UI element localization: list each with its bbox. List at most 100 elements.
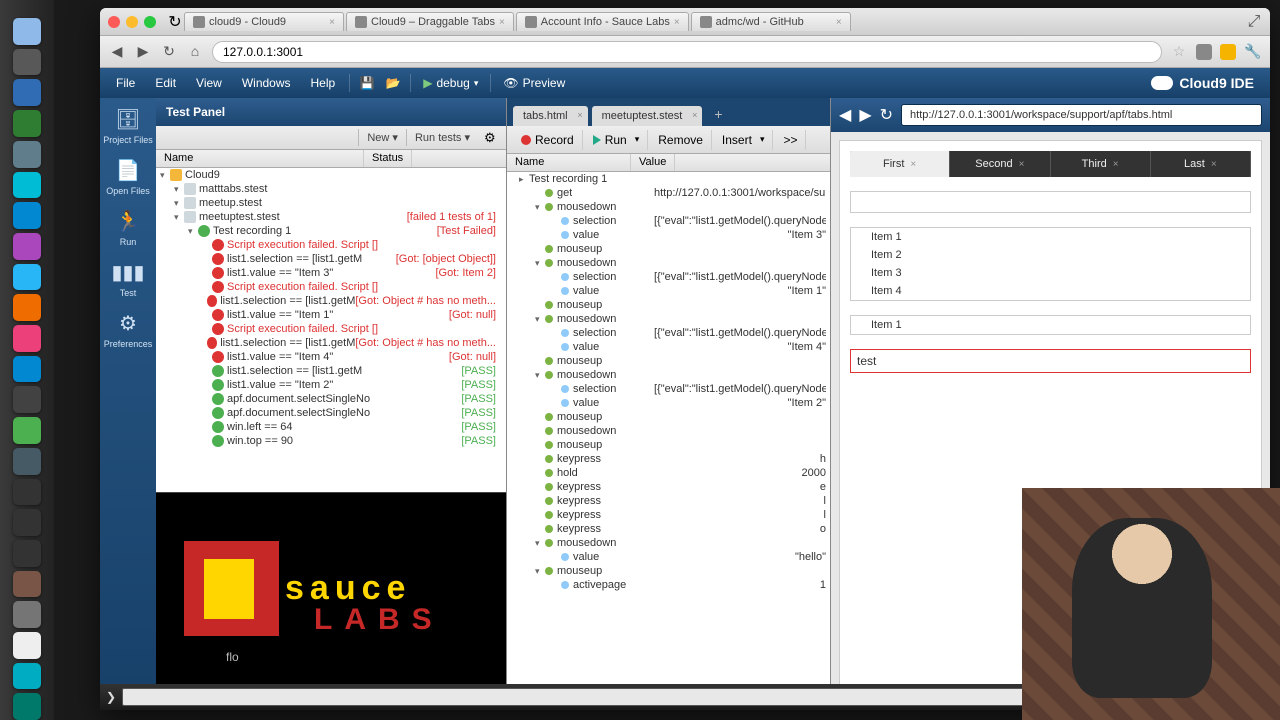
back-icon[interactable]: ◀ [108, 43, 126, 61]
test-row[interactable]: ▾Test recording 1[Test Failed] [156, 224, 506, 238]
recording-row[interactable]: mouseup [507, 438, 830, 452]
browser-tab[interactable]: cloud9 - Cloud9× [184, 12, 344, 31]
sidebar-item[interactable]: 📄Open Files [106, 157, 150, 196]
test-row[interactable]: list1.selection == [list1.getM[Got: Obje… [156, 294, 506, 308]
forward-icon[interactable]: ▶ [859, 105, 871, 125]
recording-row[interactable]: gethttp://127.0.0.1:3001/workspace/supp.… [507, 186, 830, 200]
recording-row[interactable]: ▾mousedown [507, 536, 830, 550]
dock-app[interactable] [13, 386, 41, 413]
test-row[interactable]: ▾Cloud9 [156, 168, 506, 182]
col-name[interactable]: Name [507, 154, 631, 171]
minimize-icon[interactable] [126, 16, 138, 28]
recording-row[interactable]: value"Item 3" [507, 228, 830, 242]
col-value[interactable]: Value [631, 154, 675, 171]
recording-row[interactable]: ▾mousedown [507, 368, 830, 382]
recording-row[interactable]: value"Item 2" [507, 396, 830, 410]
dock-app[interactable] [13, 693, 41, 720]
preview-tab[interactable]: Last× [1151, 151, 1251, 177]
menu-windows[interactable]: Windows [232, 76, 301, 90]
recording-row[interactable]: selection[{"eval":"list1.getModel().quer… [507, 326, 830, 340]
test-row[interactable]: Script execution failed. Script [] [156, 238, 506, 252]
test-row[interactable]: ▾meetuptest.stest[failed 1 tests of 1] [156, 210, 506, 224]
home-icon[interactable]: ⌂ [186, 43, 204, 61]
recording-row[interactable]: mouseup [507, 298, 830, 312]
close-icon[interactable]: × [499, 17, 505, 28]
test-row[interactable]: list1.selection == [list1.getM[Got: [obj… [156, 252, 506, 266]
back-icon[interactable]: ◀ [839, 105, 851, 125]
close-icon[interactable]: × [1019, 159, 1025, 170]
recording-row[interactable]: ▾mousedown [507, 256, 830, 270]
list-item[interactable]: Item 4 [851, 282, 1250, 300]
recording-row[interactable]: ▾mousedown [507, 312, 830, 326]
dock-app[interactable] [13, 264, 41, 291]
extension-icon[interactable] [1220, 44, 1236, 60]
sidebar-item[interactable]: 🗄Project Files [103, 106, 153, 145]
browser-tab[interactable]: Account Info - Sauce Labs× [516, 12, 689, 31]
chevron-right-icon[interactable]: ❯ [106, 690, 116, 704]
dock-app[interactable] [13, 233, 41, 260]
dock-app[interactable] [13, 172, 41, 199]
recording-row[interactable]: ▾mousedown [507, 200, 830, 214]
recording-row[interactable]: value"Item 1" [507, 284, 830, 298]
recording-row[interactable]: value"hello" [507, 550, 830, 564]
new-button[interactable]: New ▾ [358, 129, 406, 146]
preview-url-input[interactable] [901, 104, 1262, 126]
test-row[interactable]: Script execution failed. Script [] [156, 322, 506, 336]
close-icon[interactable]: × [692, 110, 697, 120]
wrench-icon[interactable]: 🔧 [1244, 43, 1262, 61]
dock-app[interactable] [13, 663, 41, 690]
add-tab-icon[interactable]: + [706, 102, 730, 126]
dock-app[interactable] [13, 601, 41, 628]
text-input[interactable] [850, 349, 1251, 373]
recording-row[interactable]: activepage1 [507, 578, 830, 592]
recording-row[interactable]: mousedown [507, 424, 830, 438]
selected-item[interactable]: Item 1 [850, 315, 1251, 335]
test-row[interactable]: list1.value == "Item 4"[Got: null] [156, 350, 506, 364]
dock-app[interactable] [13, 141, 41, 168]
recording-row[interactable]: mouseup [507, 242, 830, 256]
dock-app[interactable] [13, 356, 41, 383]
recording-row[interactable]: mouseup [507, 354, 830, 368]
dock-app[interactable] [13, 202, 41, 229]
col-name[interactable]: Name [156, 150, 364, 167]
test-row[interactable]: apf.document.selectSingleNo[PASS] [156, 406, 506, 420]
extension-icon[interactable] [1196, 44, 1212, 60]
remove-button[interactable]: Remove [650, 130, 712, 150]
url-input[interactable] [212, 41, 1162, 63]
dock-app[interactable] [13, 479, 41, 506]
dock-app[interactable] [13, 632, 41, 659]
record-button[interactable]: Record [513, 130, 583, 150]
preview-tab[interactable]: First× [850, 151, 950, 177]
open-icon[interactable]: 📂 [384, 74, 402, 92]
dock-app[interactable] [13, 417, 41, 444]
debug-button[interactable]: ▶debug▾ [415, 76, 486, 90]
star-icon[interactable]: ☆ [1170, 43, 1188, 61]
test-row[interactable]: list1.selection == [list1.getM[Got: Obje… [156, 336, 506, 350]
test-row[interactable]: list1.value == "Item 1"[Got: null] [156, 308, 506, 322]
dock-app[interactable] [13, 294, 41, 321]
close-icon[interactable] [108, 16, 120, 28]
editor-tab[interactable]: meetuptest.stest× [592, 106, 703, 126]
reload-icon[interactable]: ↻ [880, 105, 893, 125]
test-row[interactable]: win.left == 64[PASS] [156, 420, 506, 434]
sidebar-item[interactable]: ⚙Preferences [104, 310, 153, 349]
skip-button[interactable]: >> [775, 130, 806, 150]
run-tests-button[interactable]: Run tests ▾ [406, 129, 478, 146]
dock-app[interactable] [13, 325, 41, 352]
recording-row[interactable]: selection[{"eval":"list1.getModel().quer… [507, 270, 830, 284]
test-row[interactable]: list1.selection == [list1.getM[PASS] [156, 364, 506, 378]
dock-app[interactable] [13, 448, 41, 475]
close-icon[interactable]: × [577, 110, 582, 120]
recording-row[interactable]: ▾mouseup [507, 564, 830, 578]
test-row[interactable]: list1.value == "Item 3"[Got: Item 2] [156, 266, 506, 280]
close-icon[interactable]: × [1113, 159, 1119, 170]
recording-row[interactable]: keypressl [507, 508, 830, 522]
test-row[interactable]: Script execution failed. Script [] [156, 280, 506, 294]
recording-row[interactable]: selection[{"eval":"list1.getModel().quer… [507, 382, 830, 396]
recording-row[interactable]: value"Item 4" [507, 340, 830, 354]
close-icon[interactable]: × [674, 17, 680, 28]
preview-tab[interactable]: Second× [950, 151, 1050, 177]
preview-button[interactable]: 👁Preview [495, 76, 573, 90]
recording-row[interactable]: ▸Test recording 1 [507, 172, 830, 186]
zoom-icon[interactable] [144, 16, 156, 28]
